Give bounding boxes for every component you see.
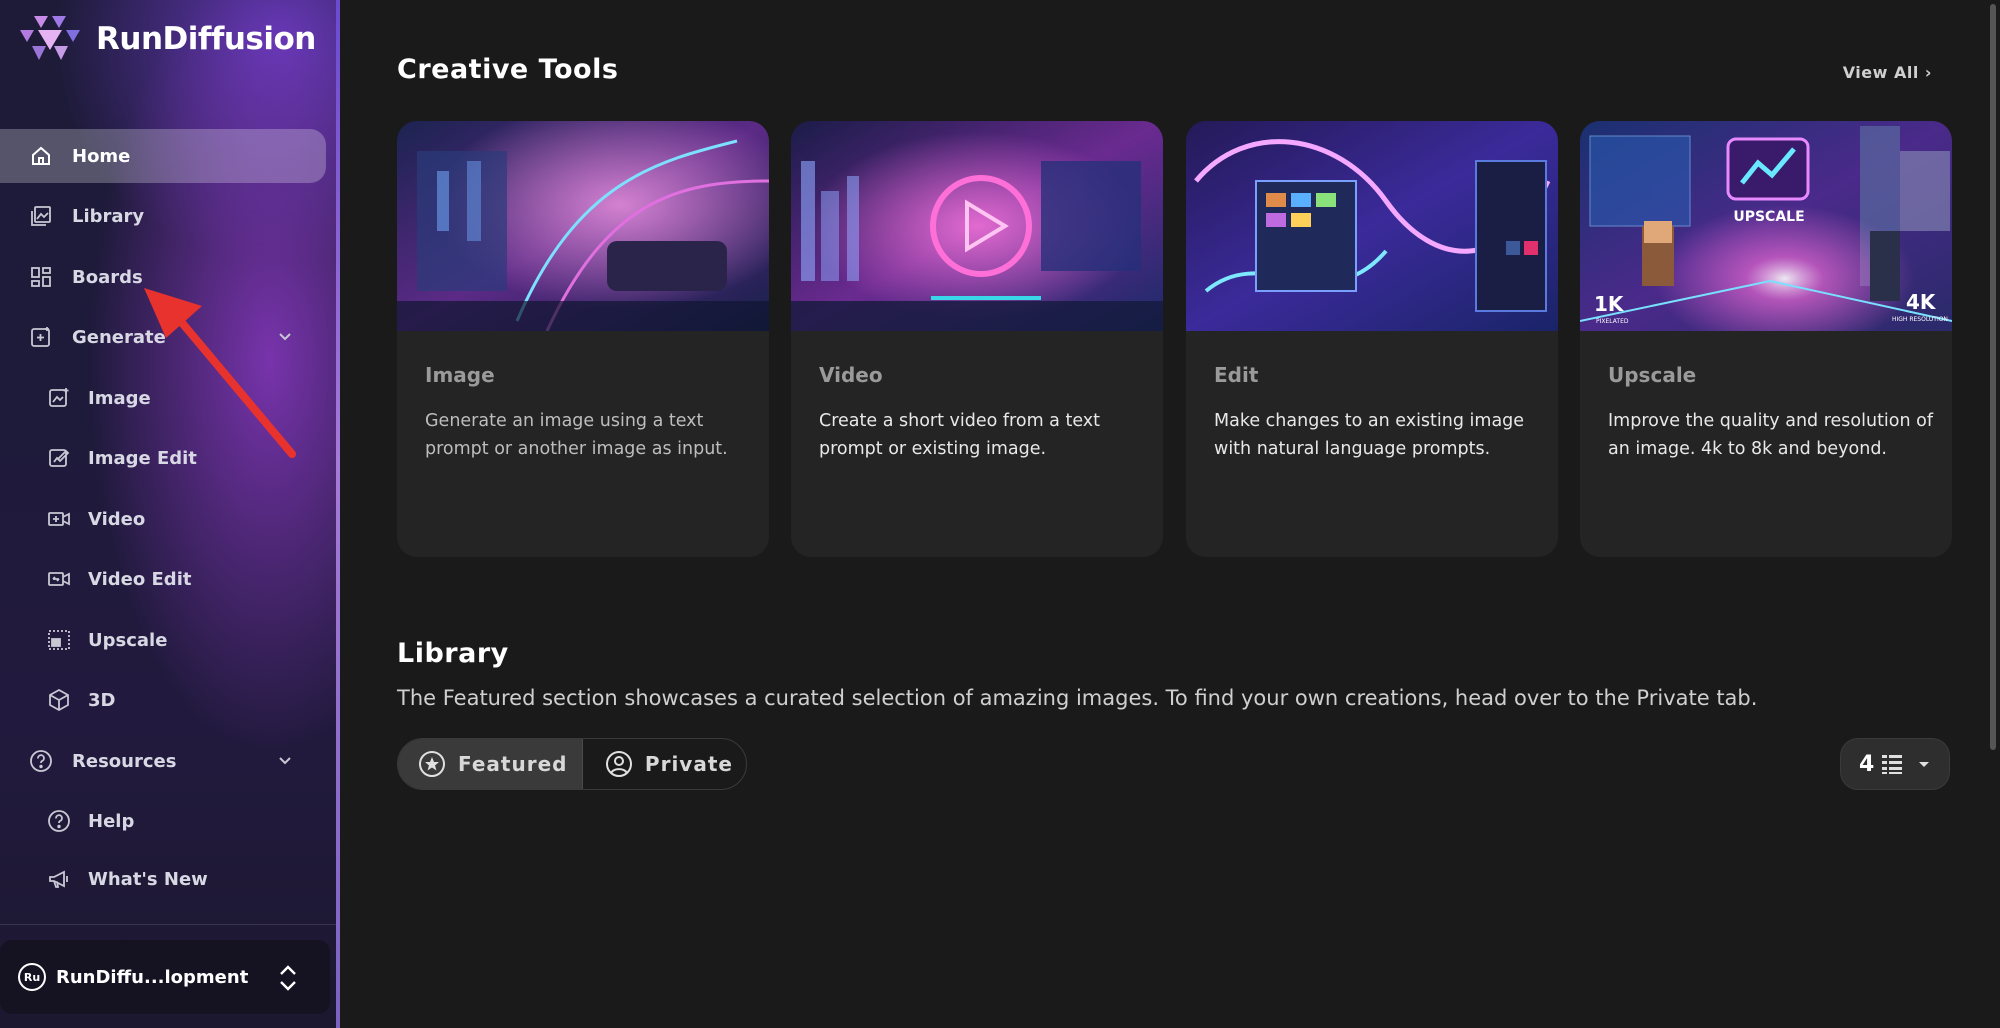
sidebar-item-help[interactable]: Help	[0, 794, 326, 848]
generate-icon	[28, 324, 54, 350]
resolution-label-left: 1K	[1594, 292, 1625, 316]
sidebar-item-label: Video Edit	[88, 568, 192, 590]
video-edit-icon	[46, 566, 72, 592]
sidebar-item-label: 3D	[88, 689, 116, 711]
library-description: The Featured section showcases a curated…	[397, 686, 1758, 710]
avatar: Ru	[18, 963, 46, 991]
section-title-creative-tools: Creative Tools	[397, 54, 619, 85]
card-thumbnail	[397, 121, 769, 331]
boards-icon	[28, 264, 54, 290]
card-description: Generate an image using a text prompt or…	[425, 411, 728, 459]
tool-card-edit[interactable]: Edit Make changes to an existing image w…	[1186, 121, 1558, 557]
chevron-right-icon: ›	[1924, 63, 1932, 82]
logo[interactable]: RunDiffusion	[18, 14, 316, 64]
user-circle-icon	[605, 751, 632, 777]
sidebar-item-3d[interactable]: 3D	[0, 673, 326, 727]
card-description: Improve the quality and resolution of an…	[1608, 411, 1934, 459]
sidebar-item-label: Boards	[72, 266, 143, 288]
tool-card-video[interactable]: Video Create a short video from a text p…	[791, 121, 1163, 557]
upscale-badge-text: UPSCALE	[1733, 209, 1804, 225]
resolution-sublabel-left: PIXELATED	[1596, 318, 1629, 325]
card-title: Video	[819, 363, 883, 387]
sidebar-item-label: Resources	[72, 750, 177, 772]
sidebar-item-image[interactable]: Image	[0, 371, 326, 425]
tab-featured[interactable]: Featured	[398, 739, 583, 789]
view-all-link[interactable]: View All ›	[1843, 63, 1932, 82]
card-thumbnail	[791, 121, 1163, 331]
caret-down-icon	[1919, 762, 1930, 767]
library-icon	[28, 203, 54, 229]
workspace-switcher[interactable]: Ru RunDiffu...lopment	[0, 940, 330, 1014]
sidebar-item-label: Library	[72, 205, 145, 227]
sidebar-item-whats-new[interactable]: What's New	[0, 852, 326, 906]
main-content: Creative Tools View All › Image Generate…	[340, 0, 2000, 1028]
tab-label: Private	[644, 752, 733, 776]
sidebar-item-label: Upscale	[88, 629, 168, 651]
sidebar-item-boards[interactable]: Boards	[0, 250, 326, 304]
video-icon	[46, 506, 72, 532]
tab-private[interactable]: Private	[583, 739, 746, 789]
card-title: Image	[425, 363, 495, 387]
megaphone-icon	[46, 866, 72, 892]
sidebar-item-label: Generate	[72, 326, 166, 348]
chevron-up-down-icon[interactable]	[274, 962, 302, 994]
sidebar-item-label: Image	[88, 387, 151, 409]
tab-label: Featured	[458, 752, 568, 776]
upscale-icon	[46, 627, 72, 653]
sidebar-item-video-edit[interactable]: Video Edit	[0, 552, 326, 606]
resolution-label-right: 4K	[1906, 290, 1937, 314]
grid-columns-dropdown[interactable]: 4	[1840, 738, 1950, 790]
view-all-label: View All	[1842, 63, 1919, 82]
tool-card-upscale[interactable]: UPSCALE 1K PIXELATED 4K HIGH RESOLUTION …	[1580, 121, 1952, 557]
chevron-down-icon[interactable]	[274, 750, 296, 772]
divider	[0, 924, 336, 925]
card-thumbnail	[1186, 121, 1558, 331]
help-circle-icon	[28, 748, 54, 774]
list-grid-icon	[1882, 755, 1903, 774]
sidebar-item-label: Image Edit	[88, 447, 197, 469]
sidebar-item-video[interactable]: Video	[0, 492, 326, 546]
home-icon	[28, 143, 54, 169]
library-tabs: Featured Private	[397, 738, 747, 790]
sidebar-item-library[interactable]: Library	[0, 189, 326, 243]
sidebar-item-label: Help	[88, 810, 135, 832]
rundiffusion-logo-icon	[20, 16, 80, 60]
card-thumbnail: UPSCALE 1K PIXELATED 4K HIGH RESOLUTION	[1580, 121, 1952, 331]
sidebar-item-label: Video	[88, 508, 146, 530]
question-icon	[46, 808, 72, 834]
section-title-library: Library	[397, 638, 509, 669]
sidebar-item-resources[interactable]: Resources	[0, 734, 326, 788]
sidebar: RunDiffusion Home Library Boards Generat…	[0, 0, 340, 1028]
sidebar-item-generate[interactable]: Generate	[0, 310, 326, 364]
chevron-down-icon[interactable]	[274, 326, 296, 348]
sidebar-item-label: Home	[72, 145, 131, 167]
card-title: Edit	[1214, 363, 1259, 387]
card-description: Make changes to an existing image with n…	[1214, 411, 1525, 459]
image-edit-icon	[46, 445, 72, 471]
columns-count: 4	[1859, 751, 1875, 777]
brand-name: RunDiffusion	[96, 21, 316, 57]
image-icon	[46, 385, 72, 411]
card-description: Create a short video from a text prompt …	[819, 411, 1101, 459]
cube-icon	[46, 687, 72, 713]
star-circle-icon	[419, 751, 445, 777]
sidebar-item-home[interactable]: Home	[0, 129, 326, 183]
sidebar-item-upscale[interactable]: Upscale	[0, 613, 326, 667]
card-title: Upscale	[1608, 363, 1697, 387]
tool-card-image[interactable]: Image Generate an image using a text pro…	[397, 121, 769, 557]
resolution-sublabel-right: HIGH RESOLUTION	[1892, 316, 1948, 323]
sidebar-item-image-edit[interactable]: Image Edit	[0, 431, 326, 485]
scrollbar[interactable]	[1990, 4, 1996, 750]
workspace-name: RunDiffu...lopment	[56, 966, 249, 988]
sidebar-item-label: What's New	[88, 868, 208, 890]
